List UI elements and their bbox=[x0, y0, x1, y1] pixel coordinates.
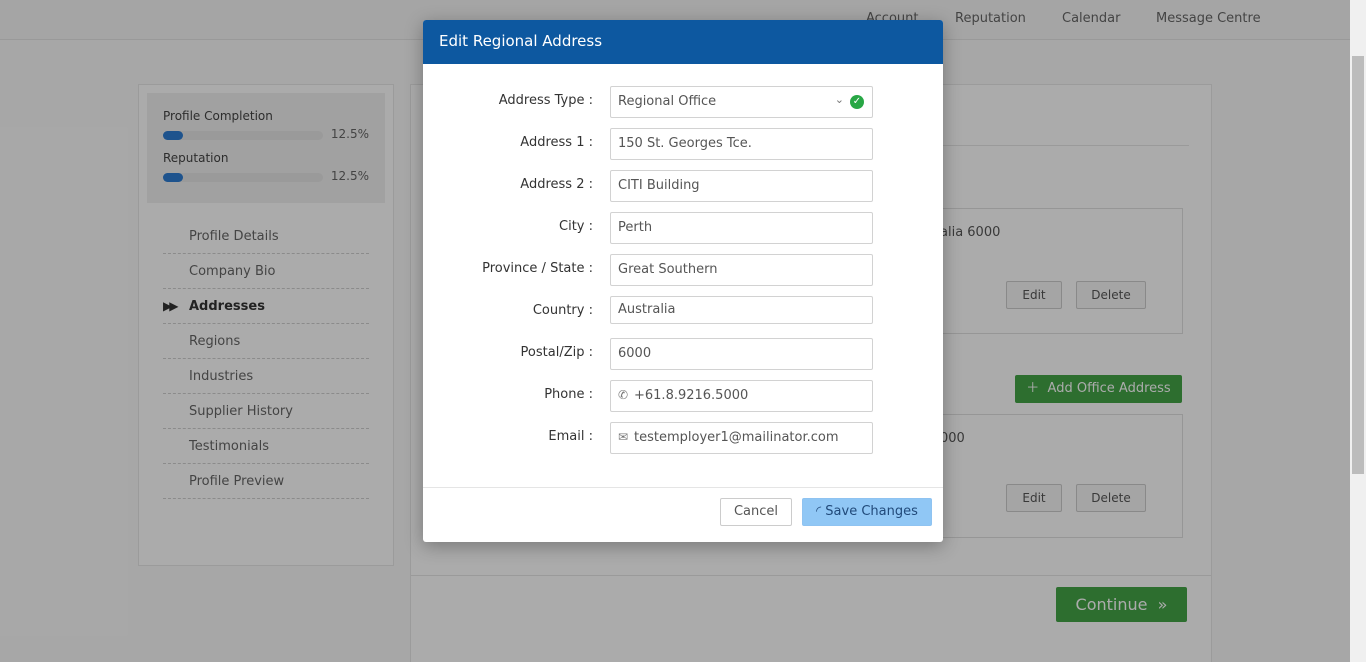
province-state-input[interactable]: Great Southern bbox=[610, 254, 873, 286]
postal-zip-input[interactable]: 6000 bbox=[610, 338, 873, 370]
cancel-button[interactable]: Cancel bbox=[720, 498, 792, 526]
scrollbar-thumb[interactable] bbox=[1352, 56, 1364, 474]
modal-footer-divider bbox=[423, 487, 943, 488]
email-input[interactable]: ✉ testemployer1@mailinator.com bbox=[610, 422, 873, 454]
phone-input[interactable]: ✆ +61.8.9216.5000 bbox=[610, 380, 873, 412]
edit-address-modal: Edit Regional Address Address Type : Reg… bbox=[423, 20, 943, 542]
city-input[interactable]: Perth bbox=[610, 212, 873, 244]
address-2-input[interactable]: CITI Building bbox=[610, 170, 873, 202]
phone-label: Phone : bbox=[544, 387, 593, 402]
address-type-select[interactable]: Regional Office ⌄ ✓ bbox=[610, 86, 873, 118]
save-changes-label: Save Changes bbox=[825, 504, 918, 519]
save-changes-button[interactable]: ◜ Save Changes bbox=[802, 498, 932, 526]
city-label: City : bbox=[559, 219, 593, 234]
check-circle-icon: ✓ bbox=[850, 95, 864, 109]
envelope-icon: ✉ bbox=[618, 430, 629, 444]
country-label: Country : bbox=[532, 303, 593, 318]
address-type-value: Regional Office bbox=[618, 94, 717, 109]
email-label: Email : bbox=[548, 429, 593, 444]
modal-title: Edit Regional Address bbox=[439, 32, 603, 50]
address-1-label: Address 1 : bbox=[520, 135, 593, 150]
country-input[interactable]: Australia bbox=[610, 296, 873, 324]
postal-zip-label: Postal/Zip : bbox=[520, 345, 593, 360]
chevron-down-icon: ⌄ bbox=[834, 93, 844, 106]
address-2-label: Address 2 : bbox=[520, 177, 593, 192]
address-type-label: Address Type : bbox=[498, 93, 593, 108]
spinner-icon: ◜ bbox=[816, 504, 826, 519]
scrollbar[interactable] bbox=[1350, 0, 1366, 662]
modal-header: Edit Regional Address bbox=[423, 20, 943, 64]
address-1-input[interactable]: 150 St. Georges Tce. bbox=[610, 128, 873, 160]
phone-icon: ✆ bbox=[618, 388, 629, 402]
province-state-label: Province / State : bbox=[482, 261, 593, 276]
